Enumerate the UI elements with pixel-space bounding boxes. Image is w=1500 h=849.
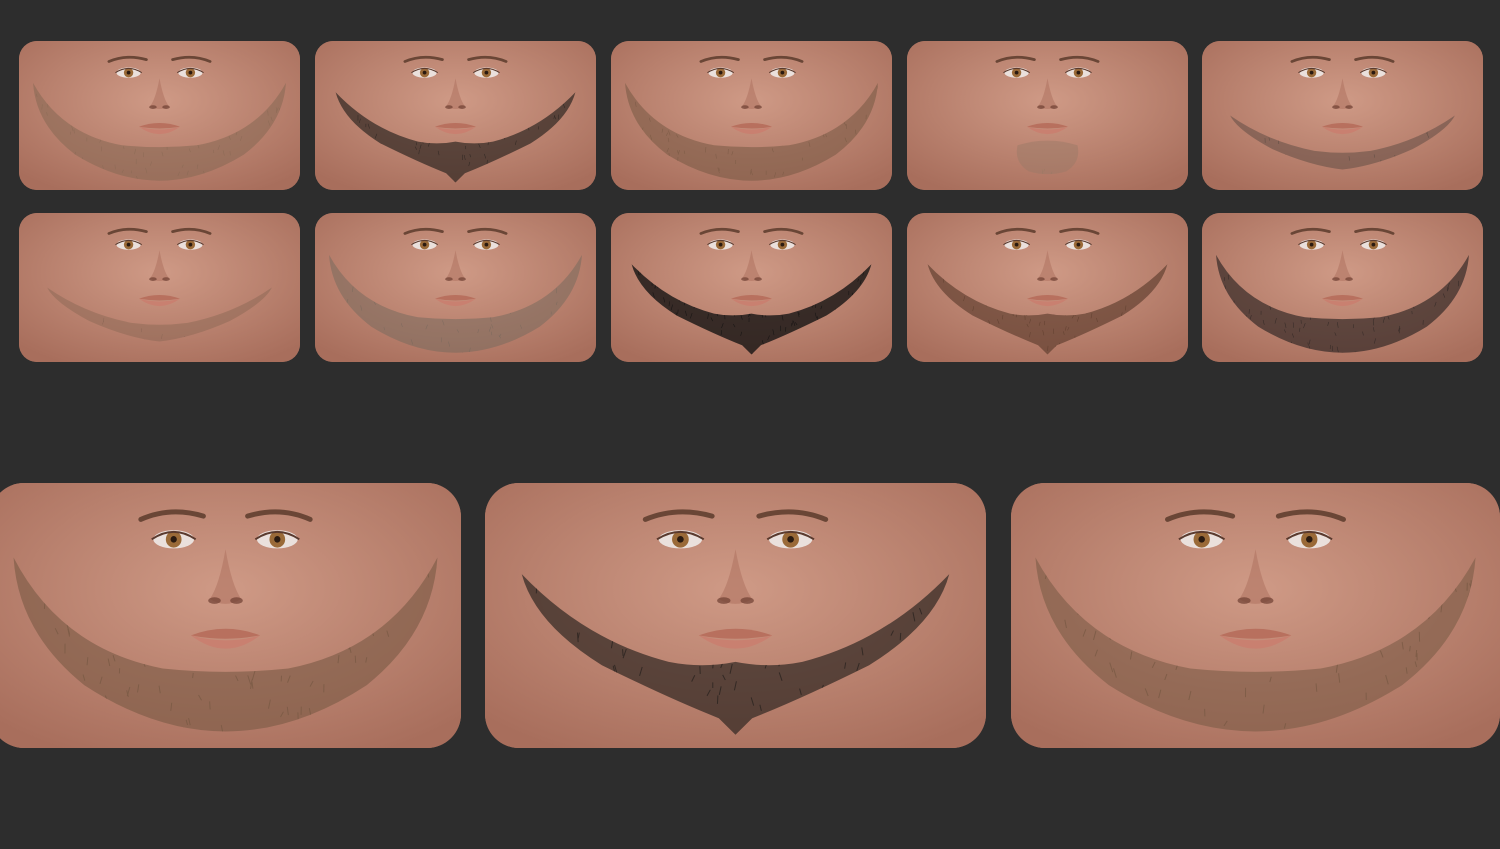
face-render: [907, 41, 1188, 190]
face-render: [315, 41, 596, 190]
face-render: [907, 213, 1188, 362]
beard-preview-2: [485, 483, 986, 748]
face-render: [19, 41, 300, 190]
face-render: [1011, 483, 1500, 748]
beard-thumbnail-5[interactable]: [1202, 41, 1483, 190]
beard-thumbnail-4[interactable]: [907, 41, 1188, 190]
beard-preview-3: [1011, 483, 1500, 748]
face-render: [1202, 41, 1483, 190]
beard-thumbnail-10[interactable]: [1202, 213, 1483, 362]
face-render: [315, 213, 596, 362]
beard-thumbnail-1[interactable]: [19, 41, 300, 190]
face-render: [611, 41, 892, 190]
beard-thumbnail-6[interactable]: [19, 213, 300, 362]
beard-thumbnail-2[interactable]: [315, 41, 596, 190]
face-render: [19, 213, 300, 362]
beard-thumbnail-7[interactable]: [315, 213, 596, 362]
face-render: [0, 483, 461, 748]
beard-thumbnail-8[interactable]: [611, 213, 892, 362]
face-render: [611, 213, 892, 362]
beard-thumbnail-9[interactable]: [907, 213, 1188, 362]
beard-preview-1: [0, 483, 461, 748]
face-render: [1202, 213, 1483, 362]
beard-thumbnail-3[interactable]: [611, 41, 892, 190]
face-render: [485, 483, 986, 748]
